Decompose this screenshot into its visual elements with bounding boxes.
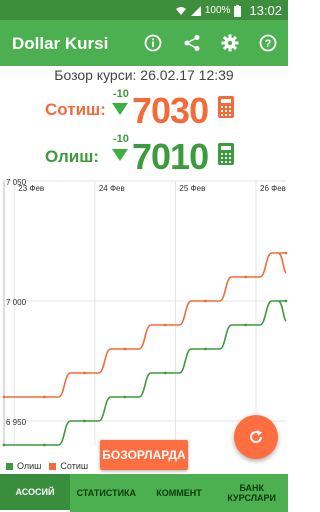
data-point <box>2 443 6 447</box>
chart-legend: Олиш Сотиш <box>6 461 88 471</box>
gear-icon[interactable] <box>218 31 242 55</box>
market-rate-subtitle: Бозор курси: 26.02.17 12:39 <box>54 67 234 83</box>
data-point <box>83 371 86 375</box>
legend-swatch <box>49 462 57 470</box>
data-point <box>163 371 167 375</box>
down-arrow-icon <box>112 103 128 115</box>
data-point <box>123 347 127 351</box>
calculator-icon[interactable] <box>218 143 234 165</box>
refresh-icon <box>250 430 263 443</box>
legend-swatch <box>6 462 13 470</box>
share-icon[interactable] <box>180 31 204 55</box>
x-tick-label: 24 Фев <box>99 184 125 193</box>
data-point <box>204 347 207 351</box>
calculator-icon[interactable] <box>218 96 234 118</box>
y-tick-label: 7 000 <box>6 298 27 307</box>
down-arrow-icon <box>112 149 128 161</box>
data-point <box>42 443 46 447</box>
signal-icon <box>190 5 201 16</box>
tab-asosiy[interactable]: АСОСИЙ <box>0 474 70 512</box>
bozorlarda-button[interactable]: БОЗОРЛАРДА <box>100 440 188 470</box>
data-point <box>284 299 288 303</box>
legend-label-buy: Олиш <box>17 461 42 471</box>
data-point <box>2 395 6 399</box>
data-point <box>204 299 207 303</box>
sell-rate-row: Сотиш: -10 7030 <box>0 88 288 132</box>
svg-text:?: ? <box>265 38 272 50</box>
buy-rate-row: Олиш: -10 7010 <box>0 133 288 177</box>
x-tick-label: 25 Фев <box>179 184 205 193</box>
refresh-button[interactable] <box>234 415 278 459</box>
sell-value: 7030 <box>132 90 209 131</box>
data-point <box>123 395 127 399</box>
data-point <box>163 323 167 327</box>
wifi-icon <box>175 6 186 15</box>
buy-delta: -10 <box>113 133 129 145</box>
info-icon[interactable] <box>141 31 165 55</box>
data-point <box>42 395 46 399</box>
sell-label: Сотиш: <box>45 100 106 119</box>
sell-delta: -10 <box>113 88 129 100</box>
buy-label: Олиш: <box>45 147 100 166</box>
battery-icon <box>234 4 242 17</box>
app-title: Dollar Kursi <box>12 34 109 53</box>
data-point <box>244 275 248 279</box>
app-bar: Dollar Kursi ? <box>0 20 288 66</box>
clock: 13:02 <box>249 3 282 18</box>
tab-komment[interactable]: КОММЕНТ <box>143 474 216 512</box>
tab-statistika[interactable]: СТАТИСТИКА <box>70 474 143 512</box>
bottom-nav: АСОСИЙ СТАТИСТИКА КОММЕНТ БАНК КУРСЛАРИ <box>0 474 288 512</box>
help-icon[interactable]: ? <box>256 31 280 55</box>
legend-label-sell: Сотиш <box>60 461 89 471</box>
data-point <box>284 251 288 255</box>
y-tick-label: 7 050 <box>6 178 27 187</box>
buy-value: 7010 <box>132 136 209 177</box>
data-point <box>83 419 86 423</box>
status-bar: 100% 13:02 <box>0 0 288 20</box>
y-tick-label: 6 950 <box>6 418 27 427</box>
battery-percent: 100% <box>204 5 231 16</box>
tab-bank-kurslari[interactable]: БАНК КУРСЛАРИ <box>215 474 288 512</box>
x-tick-label: 26 Фев <box>260 184 286 193</box>
data-point <box>244 323 248 327</box>
